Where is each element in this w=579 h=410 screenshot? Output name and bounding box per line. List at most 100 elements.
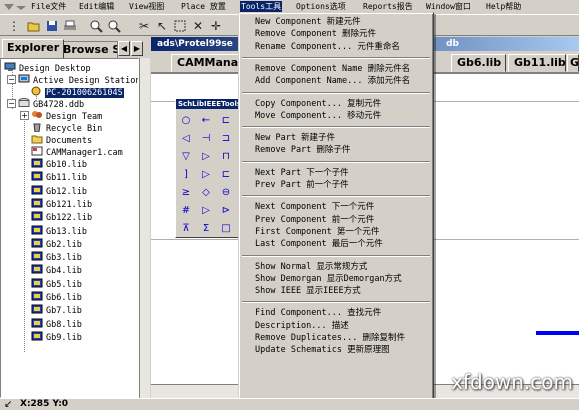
- tree-item-library[interactable]: Gb9.lib: [31, 331, 82, 343]
- menu-option[interactable]: Prev Part 前一个子件: [242, 179, 430, 192]
- amplifier-tool-icon[interactable]: ▷: [199, 203, 213, 217]
- tree-item-library[interactable]: Gb7.lib: [31, 304, 82, 316]
- menu-option[interactable]: Copy Component... 复制元件: [242, 98, 430, 111]
- zoom-out-icon[interactable]: [106, 18, 122, 34]
- tree-item-library[interactable]: Gb121.lib: [31, 198, 92, 210]
- app-logo-icon[interactable]: [2, 2, 28, 11]
- tree-item-library[interactable]: Gb2.lib: [31, 238, 82, 250]
- menu-option[interactable]: New Component 新建元件: [242, 16, 430, 29]
- circle-tool-icon[interactable]: ○: [179, 113, 193, 127]
- menu-option[interactable]: Rename Component... 元件重命名: [242, 41, 430, 54]
- menu-file[interactable]: File文件: [30, 1, 67, 12]
- pointer-icon[interactable]: ↖: [154, 18, 170, 34]
- tree-item-library[interactable]: Gb13.lib: [31, 225, 87, 237]
- tree-item-active-station[interactable]: Active Design Station: [18, 74, 138, 86]
- menu-help[interactable]: Help帮助: [485, 1, 522, 12]
- menu-option[interactable]: Show Demorgan 显示Demorgan方式: [242, 273, 430, 286]
- menu-option[interactable]: Description... 描述: [242, 320, 430, 333]
- tristate-tool-icon[interactable]: ≥: [179, 185, 193, 199]
- zoom-in-icon[interactable]: [88, 18, 104, 34]
- pulse-tool-icon[interactable]: ⊣: [199, 131, 213, 145]
- tree-item-library[interactable]: Gb122.lib: [31, 211, 92, 223]
- sigma-tool-icon[interactable]: Σ: [199, 221, 213, 235]
- menu-reports[interactable]: Reports报告: [362, 1, 414, 12]
- delay-tool-icon[interactable]: ⊐: [219, 131, 233, 145]
- flag-tool-icon[interactable]: ⊏: [219, 113, 233, 127]
- menu-option[interactable]: Prev Component 前一个元件: [242, 214, 430, 227]
- menu-option[interactable]: Find Component... 查找元件: [242, 307, 430, 320]
- tab-browse[interactable]: Browse S: [58, 41, 118, 58]
- menu-option[interactable]: Add Component Name... 添加元件名: [242, 75, 430, 88]
- tab-scroll-right-icon[interactable]: ▶: [131, 41, 143, 56]
- collapse-icon[interactable]: −: [7, 75, 16, 84]
- menu-option[interactable]: Show Normal 显示常规方式: [242, 261, 430, 274]
- tree-item-recycle-bin[interactable]: Recycle Bin: [31, 122, 102, 134]
- menu-option[interactable]: Remove Component Name 删除元件名: [242, 63, 430, 76]
- arrow-left-tool-icon[interactable]: ←: [199, 113, 213, 127]
- shift-tool-icon[interactable]: ⊳: [219, 203, 233, 217]
- open-collector-tool-icon[interactable]: ◇: [199, 185, 213, 199]
- menu-option[interactable]: Move Component... 移动元件: [242, 110, 430, 123]
- component-pin[interactable]: [536, 331, 579, 335]
- tree-item-cammanager[interactable]: CAMManager1.cam: [31, 146, 123, 158]
- tree-item-database[interactable]: GB4728.ddb: [18, 98, 84, 110]
- print-icon[interactable]: [62, 18, 78, 34]
- menu-place[interactable]: Place 放置: [180, 1, 227, 12]
- menu-option[interactable]: New Part 新建子件: [242, 132, 430, 145]
- collapse-icon[interactable]: −: [7, 99, 16, 108]
- menu-option[interactable]: Remove Component 删除元件: [242, 28, 430, 41]
- tree-item-library[interactable]: Gb6.lib: [31, 291, 82, 303]
- triangle-tool-icon[interactable]: ▷: [199, 149, 213, 163]
- hash-tool-icon[interactable]: #: [179, 203, 193, 217]
- tree-item-library[interactable]: Gb10.lib: [31, 158, 87, 170]
- menu-option[interactable]: Last Component 最后一个元件: [242, 238, 430, 251]
- tree-vertical-scrollbar[interactable]: [139, 58, 150, 398]
- tree-item-documents[interactable]: Documents: [31, 134, 92, 146]
- tree-item-library[interactable]: Gb4.lib: [31, 264, 82, 276]
- tab-more[interactable]: G: [567, 54, 579, 72]
- recycle-icon: [33, 123, 41, 132]
- cut-icon[interactable]: ✂: [136, 18, 152, 34]
- move-icon[interactable]: ✛: [208, 18, 224, 34]
- rectangle-tool-icon[interactable]: □: [219, 221, 233, 235]
- hysteresis-tool-icon[interactable]: ⊏: [219, 167, 233, 181]
- menu-view[interactable]: View视图: [128, 1, 165, 12]
- menu-option[interactable]: Next Component 下一个元件: [242, 201, 430, 214]
- menu-options[interactable]: Options选项: [295, 1, 347, 12]
- tree-item-design-desktop[interactable]: Design Desktop: [4, 62, 91, 74]
- tree-item-design-team[interactable]: Design Team: [31, 110, 102, 122]
- tree-item-library[interactable]: Gb3.lib: [31, 251, 82, 263]
- invert-tool-icon[interactable]: ⊼: [179, 221, 193, 235]
- left-right-tool-icon[interactable]: ◁: [179, 131, 193, 145]
- tab-cammanager[interactable]: CAMManage: [171, 54, 245, 72]
- tree-item-library[interactable]: Gb12.lib: [31, 185, 87, 197]
- high-current-tool-icon[interactable]: ⊖: [219, 185, 233, 199]
- save-icon[interactable]: [44, 18, 60, 34]
- tab-explorer[interactable]: Explorer: [2, 39, 65, 58]
- select-area-icon[interactable]: [172, 18, 188, 34]
- open-folder-icon[interactable]: [26, 18, 42, 34]
- menu-window[interactable]: Window窗口: [425, 1, 472, 12]
- triangle-down-tool-icon[interactable]: ▽: [179, 149, 193, 163]
- bracket-tool-icon[interactable]: ]: [179, 167, 193, 181]
- tab-gb6[interactable]: Gb6.lib: [451, 54, 506, 72]
- menu-option[interactable]: Show IEEE 显示IEEE方式: [242, 285, 430, 298]
- expand-icon[interactable]: +: [20, 111, 29, 120]
- tree-item-library[interactable]: Gb11.lib: [31, 171, 87, 183]
- pulse-wave-tool-icon[interactable]: ⊓: [219, 149, 233, 163]
- menu-option[interactable]: First Component 第一个元件: [242, 226, 430, 239]
- tree-item-pc[interactable]: PC-20100626104S: [30, 86, 124, 98]
- tree-item-library[interactable]: Gb8.lib: [31, 318, 82, 330]
- tab-scroll-left-icon[interactable]: ◀: [118, 41, 130, 56]
- menu-tools[interactable]: Tools工具: [240, 1, 283, 12]
- menu-option[interactable]: Update Schematics 更新原理图: [242, 344, 430, 357]
- tab-gb11[interactable]: Gb11.lib: [508, 54, 566, 72]
- right-arrow-tool-icon[interactable]: ▷: [199, 167, 213, 181]
- menu-option[interactable]: Remove Part 删除子件: [242, 144, 430, 157]
- cross-icon[interactable]: ✕: [190, 18, 206, 34]
- tree-item-library[interactable]: Gb5.lib: [31, 278, 82, 290]
- menu-option[interactable]: Remove Duplicates... 删除复制件: [242, 332, 430, 345]
- menu-option[interactable]: Next Part 下一个子件: [242, 167, 430, 180]
- menu-edit[interactable]: Edit编辑: [78, 1, 115, 12]
- toolbox-title[interactable]: SchLibIEEETools: [176, 99, 238, 109]
